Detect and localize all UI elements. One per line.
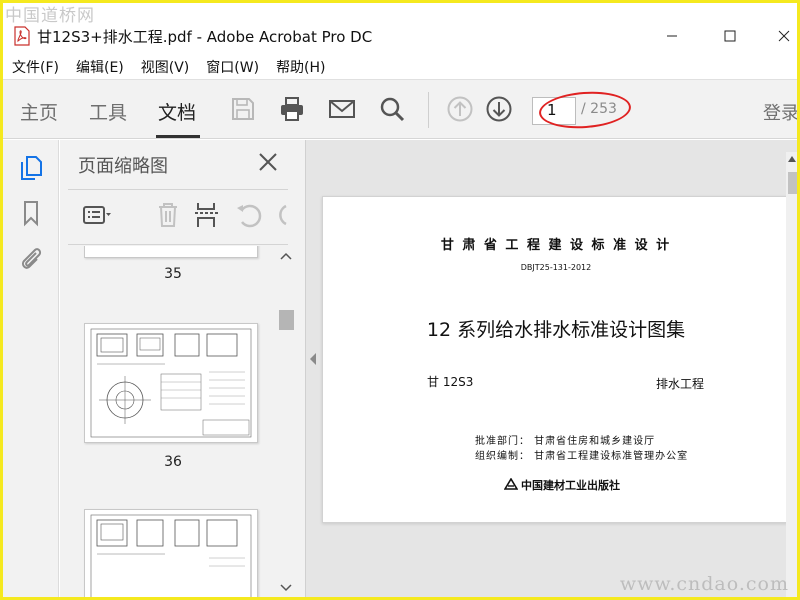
page-thumbnails-icon[interactable] — [17, 154, 45, 182]
page-header: 甘 肃 省 工 程 建 设 标 准 设 计 — [440, 238, 672, 253]
attachment-icon[interactable] — [17, 244, 45, 272]
thumbnail-page-36[interactable] — [84, 323, 258, 443]
thumbnail-page-35[interactable] — [84, 246, 258, 258]
pdf-page: 甘 肃 省 工 程 建 设 标 准 设 计 DBJT25-131-2012 12… — [322, 196, 788, 523]
toolbar: 主页 工具 文档 1 / 253 登录 — [3, 79, 797, 139]
scrollbar-thumb[interactable] — [788, 172, 797, 194]
tab-tools[interactable]: 工具 — [89, 98, 127, 125]
editing-dept: 组织编制： 甘肃省工程建设标准管理办公室 — [475, 451, 689, 462]
panel-divider — [68, 189, 288, 190]
atlas-number: 甘 12S3 — [427, 375, 474, 389]
menu-help[interactable]: 帮助(H) — [276, 53, 325, 79]
print-icon[interactable] — [278, 95, 306, 123]
menu-bar: 文件(F) 编辑(E) 视图(V) 窗口(W) 帮助(H) — [3, 53, 797, 79]
maximize-button[interactable] — [707, 19, 753, 53]
drawing-preview — [90, 514, 252, 597]
menu-file[interactable]: 文件(F) — [12, 53, 59, 79]
highlight-ellipse — [537, 88, 633, 132]
document-title: 12 系列给水排水标准设计图集 — [426, 319, 686, 341]
collapse-panel-icon[interactable] — [308, 352, 318, 366]
thumbnail-label: 35 — [164, 266, 182, 282]
email-icon[interactable] — [328, 95, 356, 123]
panel-title: 页面缩略图 — [78, 156, 168, 177]
login-button[interactable]: 登录 — [763, 99, 797, 125]
save-icon[interactable] — [229, 95, 257, 123]
thumbnail-list: 35 36 — [60, 246, 286, 597]
search-icon[interactable] — [378, 95, 406, 123]
window-title: 甘12S3+排水工程.pdf - Adobe Acrobat Pro DC — [37, 28, 373, 46]
menu-view[interactable]: 视图(V) — [141, 53, 190, 79]
menu-edit[interactable]: 编辑(E) — [76, 53, 124, 79]
rotate-ccw-icon[interactable] — [234, 200, 264, 230]
bookmark-icon[interactable] — [17, 199, 45, 227]
active-tab-indicator — [156, 135, 200, 138]
document-scrollbar[interactable] — [786, 152, 797, 597]
scroll-down-icon[interactable] — [280, 584, 292, 592]
minimize-icon — [667, 35, 677, 37]
watermark-bottom: www.cndao.com — [619, 573, 789, 595]
panel-divider — [68, 244, 288, 245]
close-window-button[interactable] — [761, 19, 797, 53]
document-subject: 排水工程 — [656, 377, 705, 391]
watermark-top: 中国道桥网 — [5, 6, 95, 26]
approving-dept: 批准部门： 甘肃省住房和城乡建设厅 — [475, 436, 656, 447]
insert-page-icon[interactable] — [193, 200, 223, 230]
pdf-file-icon — [14, 26, 30, 46]
minimize-button[interactable] — [649, 19, 695, 53]
thumbnail-scrollbar[interactable] — [276, 246, 296, 597]
panel-close-icon[interactable] — [256, 150, 280, 174]
title-bar: 甘12S3+排水工程.pdf - Adobe Acrobat Pro DC — [3, 19, 797, 53]
page-up-icon[interactable] — [446, 95, 474, 123]
app-window: 中国道桥网 甘12S3+排水工程.pdf - Adobe Acrobat Pro… — [3, 3, 797, 597]
scroll-up-icon[interactable] — [788, 156, 796, 162]
scroll-up-icon[interactable] — [280, 252, 292, 260]
publisher: 中国建材工业出版社 — [521, 479, 620, 492]
drawing-preview — [90, 328, 252, 438]
tab-home[interactable]: 主页 — [20, 98, 58, 125]
delete-icon[interactable] — [153, 200, 183, 230]
thumbnail-page-37[interactable] — [84, 509, 258, 597]
rotate-cw-icon[interactable] — [274, 200, 288, 230]
options-menu-icon[interactable] — [82, 200, 112, 230]
publisher-logo — [504, 478, 518, 490]
toolbar-separator — [428, 92, 429, 128]
page-down-icon[interactable] — [485, 95, 513, 123]
standard-code: DBJT25-131-2012 — [520, 263, 592, 272]
close-icon — [778, 30, 790, 42]
maximize-icon — [724, 30, 736, 42]
menu-window[interactable]: 窗口(W) — [206, 53, 259, 79]
thumbnail-label: 36 — [164, 454, 182, 470]
left-rail — [3, 140, 59, 597]
document-view: 甘 肃 省 工 程 建 设 标 准 设 计 DBJT25-131-2012 12… — [305, 140, 797, 597]
scrollbar-thumb[interactable] — [279, 310, 294, 330]
tab-document[interactable]: 文档 — [158, 98, 196, 125]
thumbnail-panel: 页面缩略图 35 36 — [60, 140, 305, 597]
